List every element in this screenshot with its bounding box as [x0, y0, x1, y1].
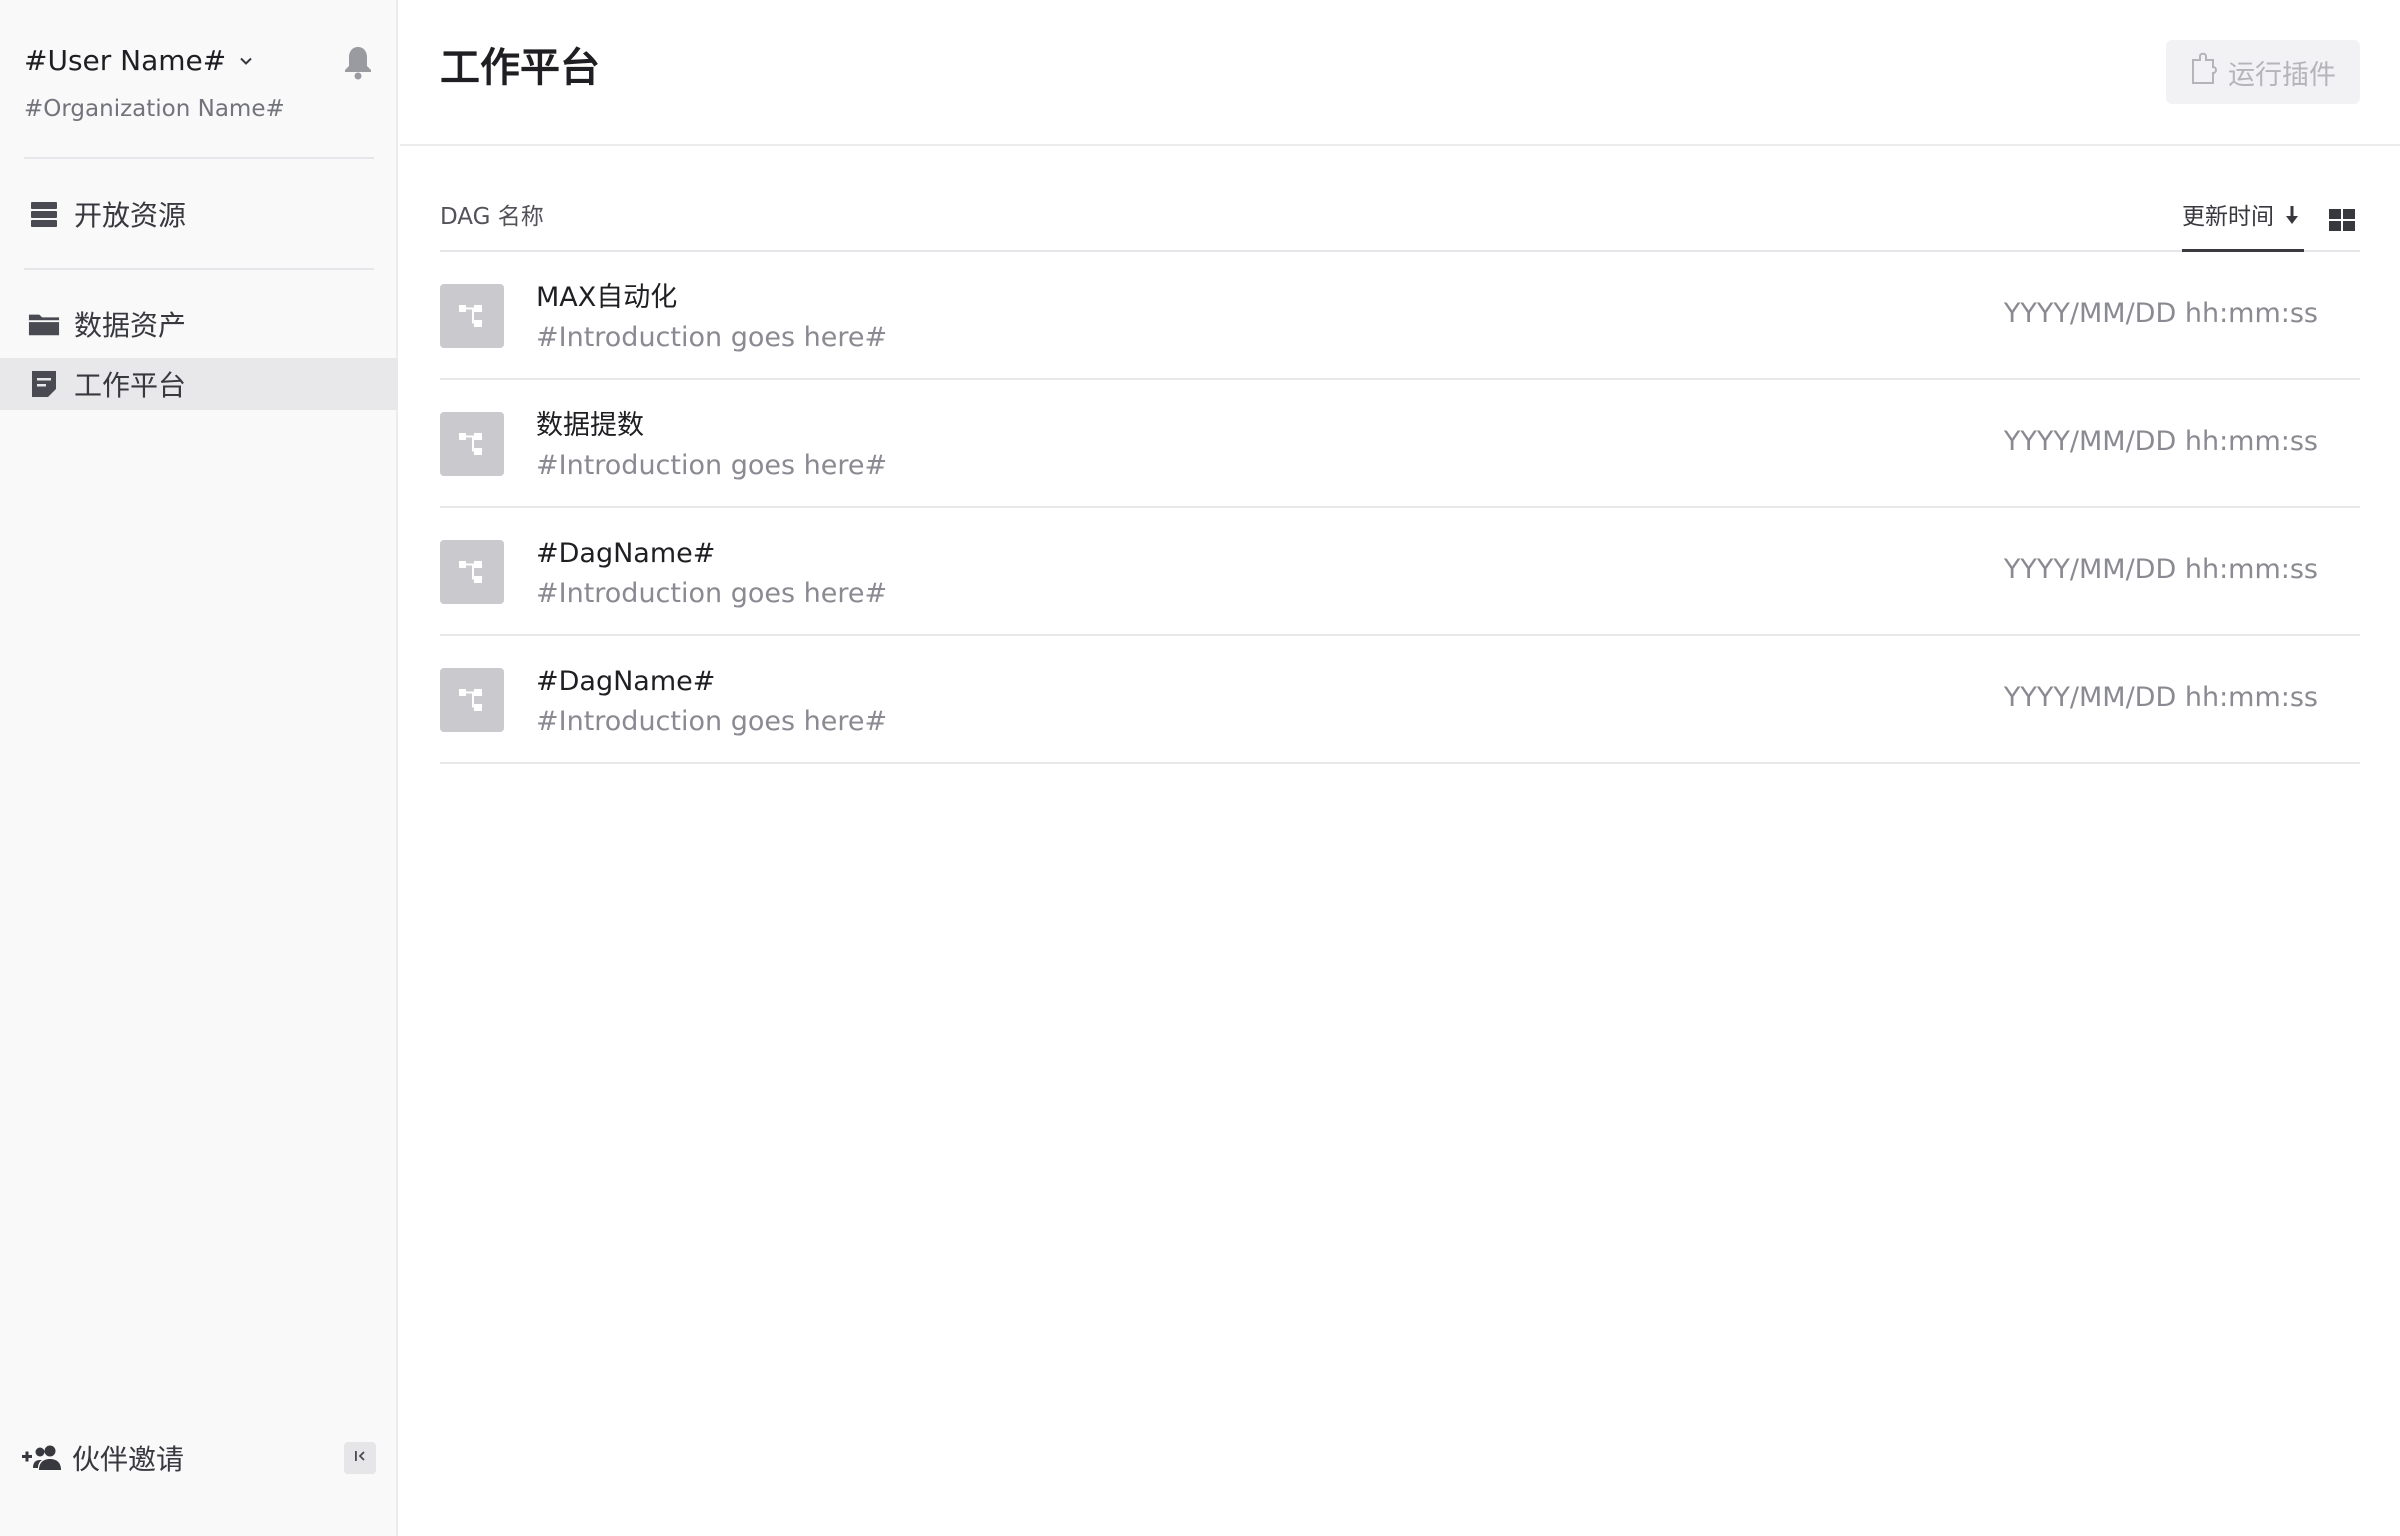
- add-user-icon: [22, 1442, 62, 1474]
- sort-label: 更新时间: [2182, 204, 2274, 230]
- sidebar-item-open-resources[interactable]: 开放资源: [0, 188, 398, 240]
- dag-update-time: YYYY/MM/DD hh:mm:ss: [2003, 426, 2318, 457]
- dag-introduction: #Introduction goes here#: [536, 322, 888, 353]
- dag-update-time: YYYY/MM/DD hh:mm:ss: [2003, 682, 2318, 713]
- sidebar-item-label: 工作平台: [74, 369, 187, 402]
- dag-update-time: YYYY/MM/DD hh:mm:ss: [2003, 298, 2318, 329]
- dag-introduction: #Introduction goes here#: [536, 578, 888, 609]
- sidebar-item-data-assets[interactable]: 数据资产: [0, 298, 398, 350]
- dag-name: #DagName#: [536, 666, 716, 697]
- run-plugin-label: 运行插件: [2228, 59, 2336, 91]
- dag-icon: [440, 540, 504, 604]
- user-name: #User Name#: [24, 44, 227, 77]
- dag-row[interactable]: #DagName# #Introduction goes here# YYYY/MM…: [440, 636, 2360, 764]
- dag-update-time: YYYY/MM/DD hh:mm:ss: [2003, 554, 2318, 585]
- folder-icon: [28, 308, 60, 340]
- sidebar-divider: [24, 268, 374, 270]
- dag-introduction: #Introduction goes here#: [536, 706, 888, 737]
- list-icon: [28, 198, 60, 230]
- dag-name: #DagName#: [536, 538, 716, 569]
- collapse-sidebar-button[interactable]: [344, 1442, 376, 1474]
- dag-icon: [440, 412, 504, 476]
- dag-row[interactable]: MAX自动化 #Introduction goes here# YYYY/MM/DD…: [440, 252, 2360, 380]
- dag-introduction: #Introduction goes here#: [536, 450, 888, 481]
- dag-row[interactable]: #DagName# #Introduction goes here# YYYY/MM…: [440, 508, 2360, 636]
- note-icon: [28, 368, 60, 400]
- plugin-icon: [2190, 52, 2228, 93]
- dag-icon: [440, 668, 504, 732]
- dag-name: 数据提数: [536, 410, 644, 441]
- run-plugin-button[interactable]: 运行插件: [2166, 40, 2360, 104]
- sidebar-divider: [24, 157, 374, 159]
- sidebar-item-workbench[interactable]: 工作平台: [0, 358, 398, 410]
- sort-by-update-time[interactable]: 更新时间: [2182, 200, 2304, 252]
- organization-name: #Organization Name#: [24, 96, 285, 122]
- arrow-down-icon: [2285, 201, 2299, 235]
- sidebar: #User Name# #Organization Name# 开放资源 数据资…: [0, 0, 398, 1536]
- top-bar: 工作平台: [400, 0, 2400, 146]
- bell-icon[interactable]: [342, 44, 374, 80]
- grid-view-icon[interactable]: [2328, 206, 2356, 234]
- invite-partner-button[interactable]: 伙伴邀请: [22, 1436, 184, 1480]
- user-switcher[interactable]: #User Name#: [24, 40, 374, 82]
- dag-name-column-header: DAG 名称: [440, 204, 544, 230]
- sidebar-item-label: 开放资源: [74, 199, 187, 232]
- collapse-sidebar-icon: [352, 1448, 368, 1468]
- dag-name: MAX自动化: [536, 282, 678, 313]
- page-title: 工作平台: [440, 45, 600, 91]
- invite-label: 伙伴邀请: [72, 1443, 185, 1476]
- list-header: DAG 名称 更新时间: [440, 200, 2360, 252]
- dag-icon: [440, 284, 504, 348]
- chevron-down-icon[interactable]: [238, 53, 254, 69]
- user-block: #User Name# #Organization Name#: [24, 40, 374, 122]
- sidebar-item-label: 数据资产: [74, 309, 187, 342]
- dag-row[interactable]: 数据提数 #Introduction goes here# YYYY/MM/DD h…: [440, 380, 2360, 508]
